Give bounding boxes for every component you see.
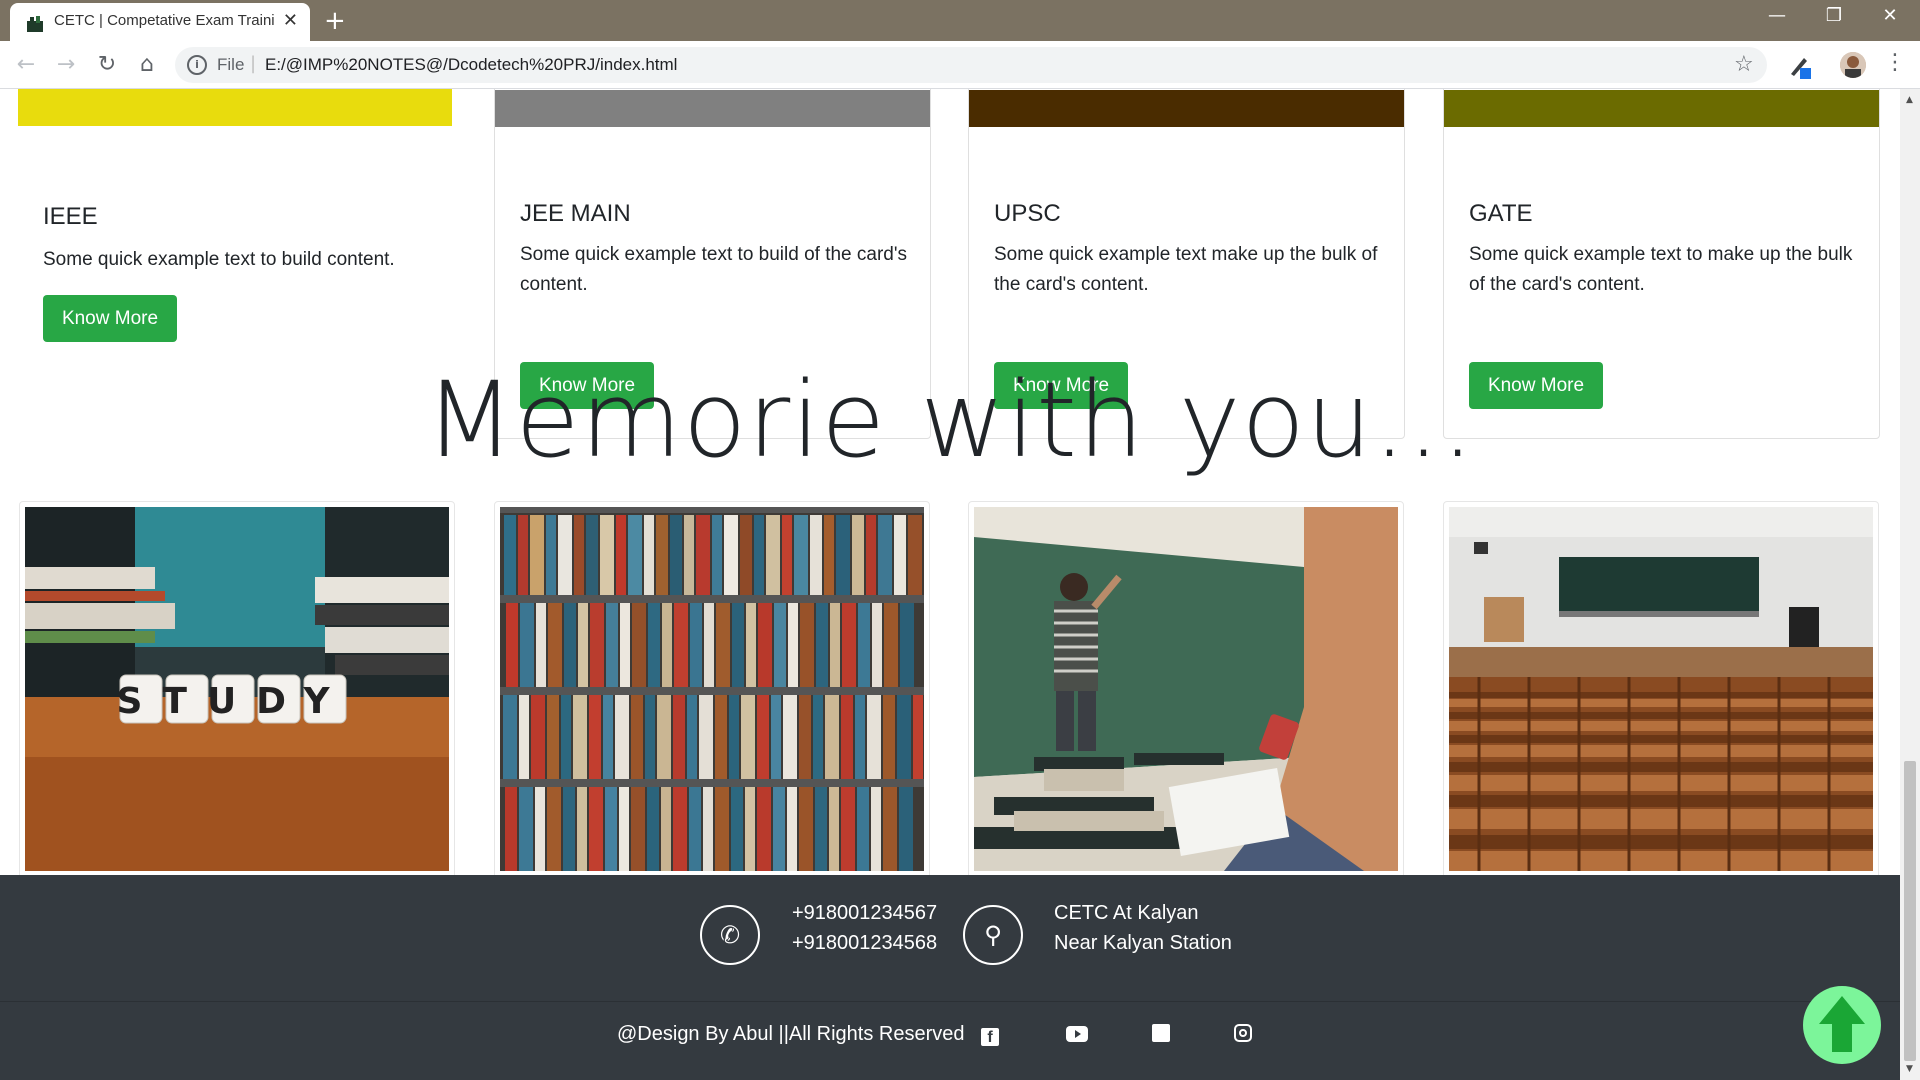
instagram-icon[interactable]	[1234, 1023, 1252, 1047]
scroll-down-arrow-icon[interactable]: ▼	[1906, 1064, 1913, 1074]
up-arrow-icon	[1819, 996, 1865, 1052]
page-scrollbar[interactable]: ▲ ▼	[1900, 89, 1920, 1080]
tab-close-icon[interactable]: ✕	[283, 10, 298, 31]
extension-icon[interactable]	[1788, 54, 1812, 80]
classroom-chalkboard-image	[974, 507, 1398, 871]
browser-tab[interactable]: CETC | Competative Exam Training ✕	[10, 3, 310, 41]
twitter-icon[interactable]	[1152, 1023, 1170, 1047]
lecture-hall-image	[1449, 507, 1873, 871]
page-viewport: IEEE Some quick example text to build co…	[0, 89, 1900, 1080]
gallery-photo-study: STUDY	[19, 501, 455, 879]
footer-divider	[0, 1001, 1900, 1002]
minimize-button[interactable]: —	[1752, 5, 1802, 35]
facebook-icon[interactable]: f	[981, 1023, 999, 1047]
bookshelf-image	[500, 507, 924, 871]
gallery-photo-bookshelf	[494, 501, 930, 879]
address: CETC At Kalyan Near Kalyan Station	[1054, 898, 1232, 958]
card-title: UPSC	[994, 200, 1061, 227]
url-separator: |	[250, 53, 257, 74]
home-icon[interactable]: ⌂	[133, 51, 161, 79]
course-card-ieee: IEEE Some quick example text to build co…	[18, 89, 455, 389]
card-image	[18, 89, 452, 126]
reload-icon[interactable]: ↻	[93, 51, 121, 79]
kebab-menu-icon[interactable]: ⋮	[1884, 50, 1906, 75]
phone-icon: ✆	[700, 905, 760, 965]
card-image	[495, 90, 930, 127]
card-title: JEE MAIN	[520, 200, 631, 227]
address-line: CETC At Kalyan	[1054, 902, 1199, 924]
phone-numbers: +918001234567 +918001234568	[792, 898, 937, 958]
card-title: GATE	[1469, 200, 1533, 227]
card-image	[969, 90, 1404, 127]
site-favicon-icon	[27, 16, 43, 32]
youtube-icon[interactable]	[1066, 1023, 1088, 1047]
close-window-button[interactable]: ✕	[1865, 5, 1915, 35]
copyright-text: @Design By Abul ||All Rights Reserved	[617, 1023, 965, 1045]
card-text: Some quick example text make up the bulk…	[994, 244, 1378, 295]
new-tab-button[interactable]: +	[324, 6, 346, 36]
browser-titlebar: CETC | Competative Exam Training ✕ + — ❐…	[0, 0, 1920, 41]
study-dice-image: STUDY	[25, 507, 449, 871]
card-image	[1444, 90, 1879, 127]
card-text: Some quick example text to make up the b…	[1469, 244, 1853, 295]
url-text[interactable]: E:/@IMP%20NOTES@/Dcodetech%20PRJ/index.h…	[265, 55, 677, 75]
site-footer: ✆ +918001234567 +918001234568 ⚲ CETC At …	[0, 875, 1900, 1080]
url-scheme-label: File	[217, 55, 245, 74]
scroll-thumb[interactable]	[1904, 761, 1916, 1061]
back-to-top-button[interactable]	[1803, 986, 1881, 1064]
info-icon[interactable]: i	[187, 55, 207, 75]
forward-arrow-icon[interactable]: →	[52, 51, 80, 79]
profile-avatar[interactable]	[1840, 52, 1866, 78]
address-line: Near Kalyan Station	[1054, 932, 1232, 954]
card-text: Some quick example text to build content…	[43, 249, 395, 270]
gallery-photo-classroom-chalkboard	[968, 501, 1404, 879]
gallery-photo-lecture-hall	[1443, 501, 1879, 879]
restore-button[interactable]: ❐	[1809, 5, 1859, 35]
back-arrow-icon[interactable]: ←	[12, 51, 40, 79]
phone-number[interactable]: +918001234567	[792, 898, 937, 928]
address-bar[interactable]: i File | E:/@IMP%20NOTES@/Dcodetech%20PR…	[175, 47, 1767, 83]
browser-toolbar: ← → ↻ ⌂ i File | E:/@IMP%20NOTES@/Dcodet…	[0, 41, 1920, 89]
card-title: IEEE	[43, 203, 98, 230]
tab-title: CETC | Competative Exam Training	[54, 12, 274, 29]
location-pin-icon: ⚲	[963, 905, 1023, 965]
card-text: Some quick example text to build of the …	[520, 244, 907, 295]
profile-avatar-icon	[1840, 52, 1866, 78]
memories-heading: Memorie with you...	[424, 359, 1476, 481]
know-more-button[interactable]: Know More	[43, 295, 177, 342]
scroll-up-arrow-icon[interactable]: ▲	[1906, 95, 1913, 105]
study-dice-text: STUDY	[116, 681, 349, 722]
phone-number[interactable]: +918001234568	[792, 928, 937, 958]
bookmark-star-icon[interactable]: ☆	[1734, 52, 1754, 77]
